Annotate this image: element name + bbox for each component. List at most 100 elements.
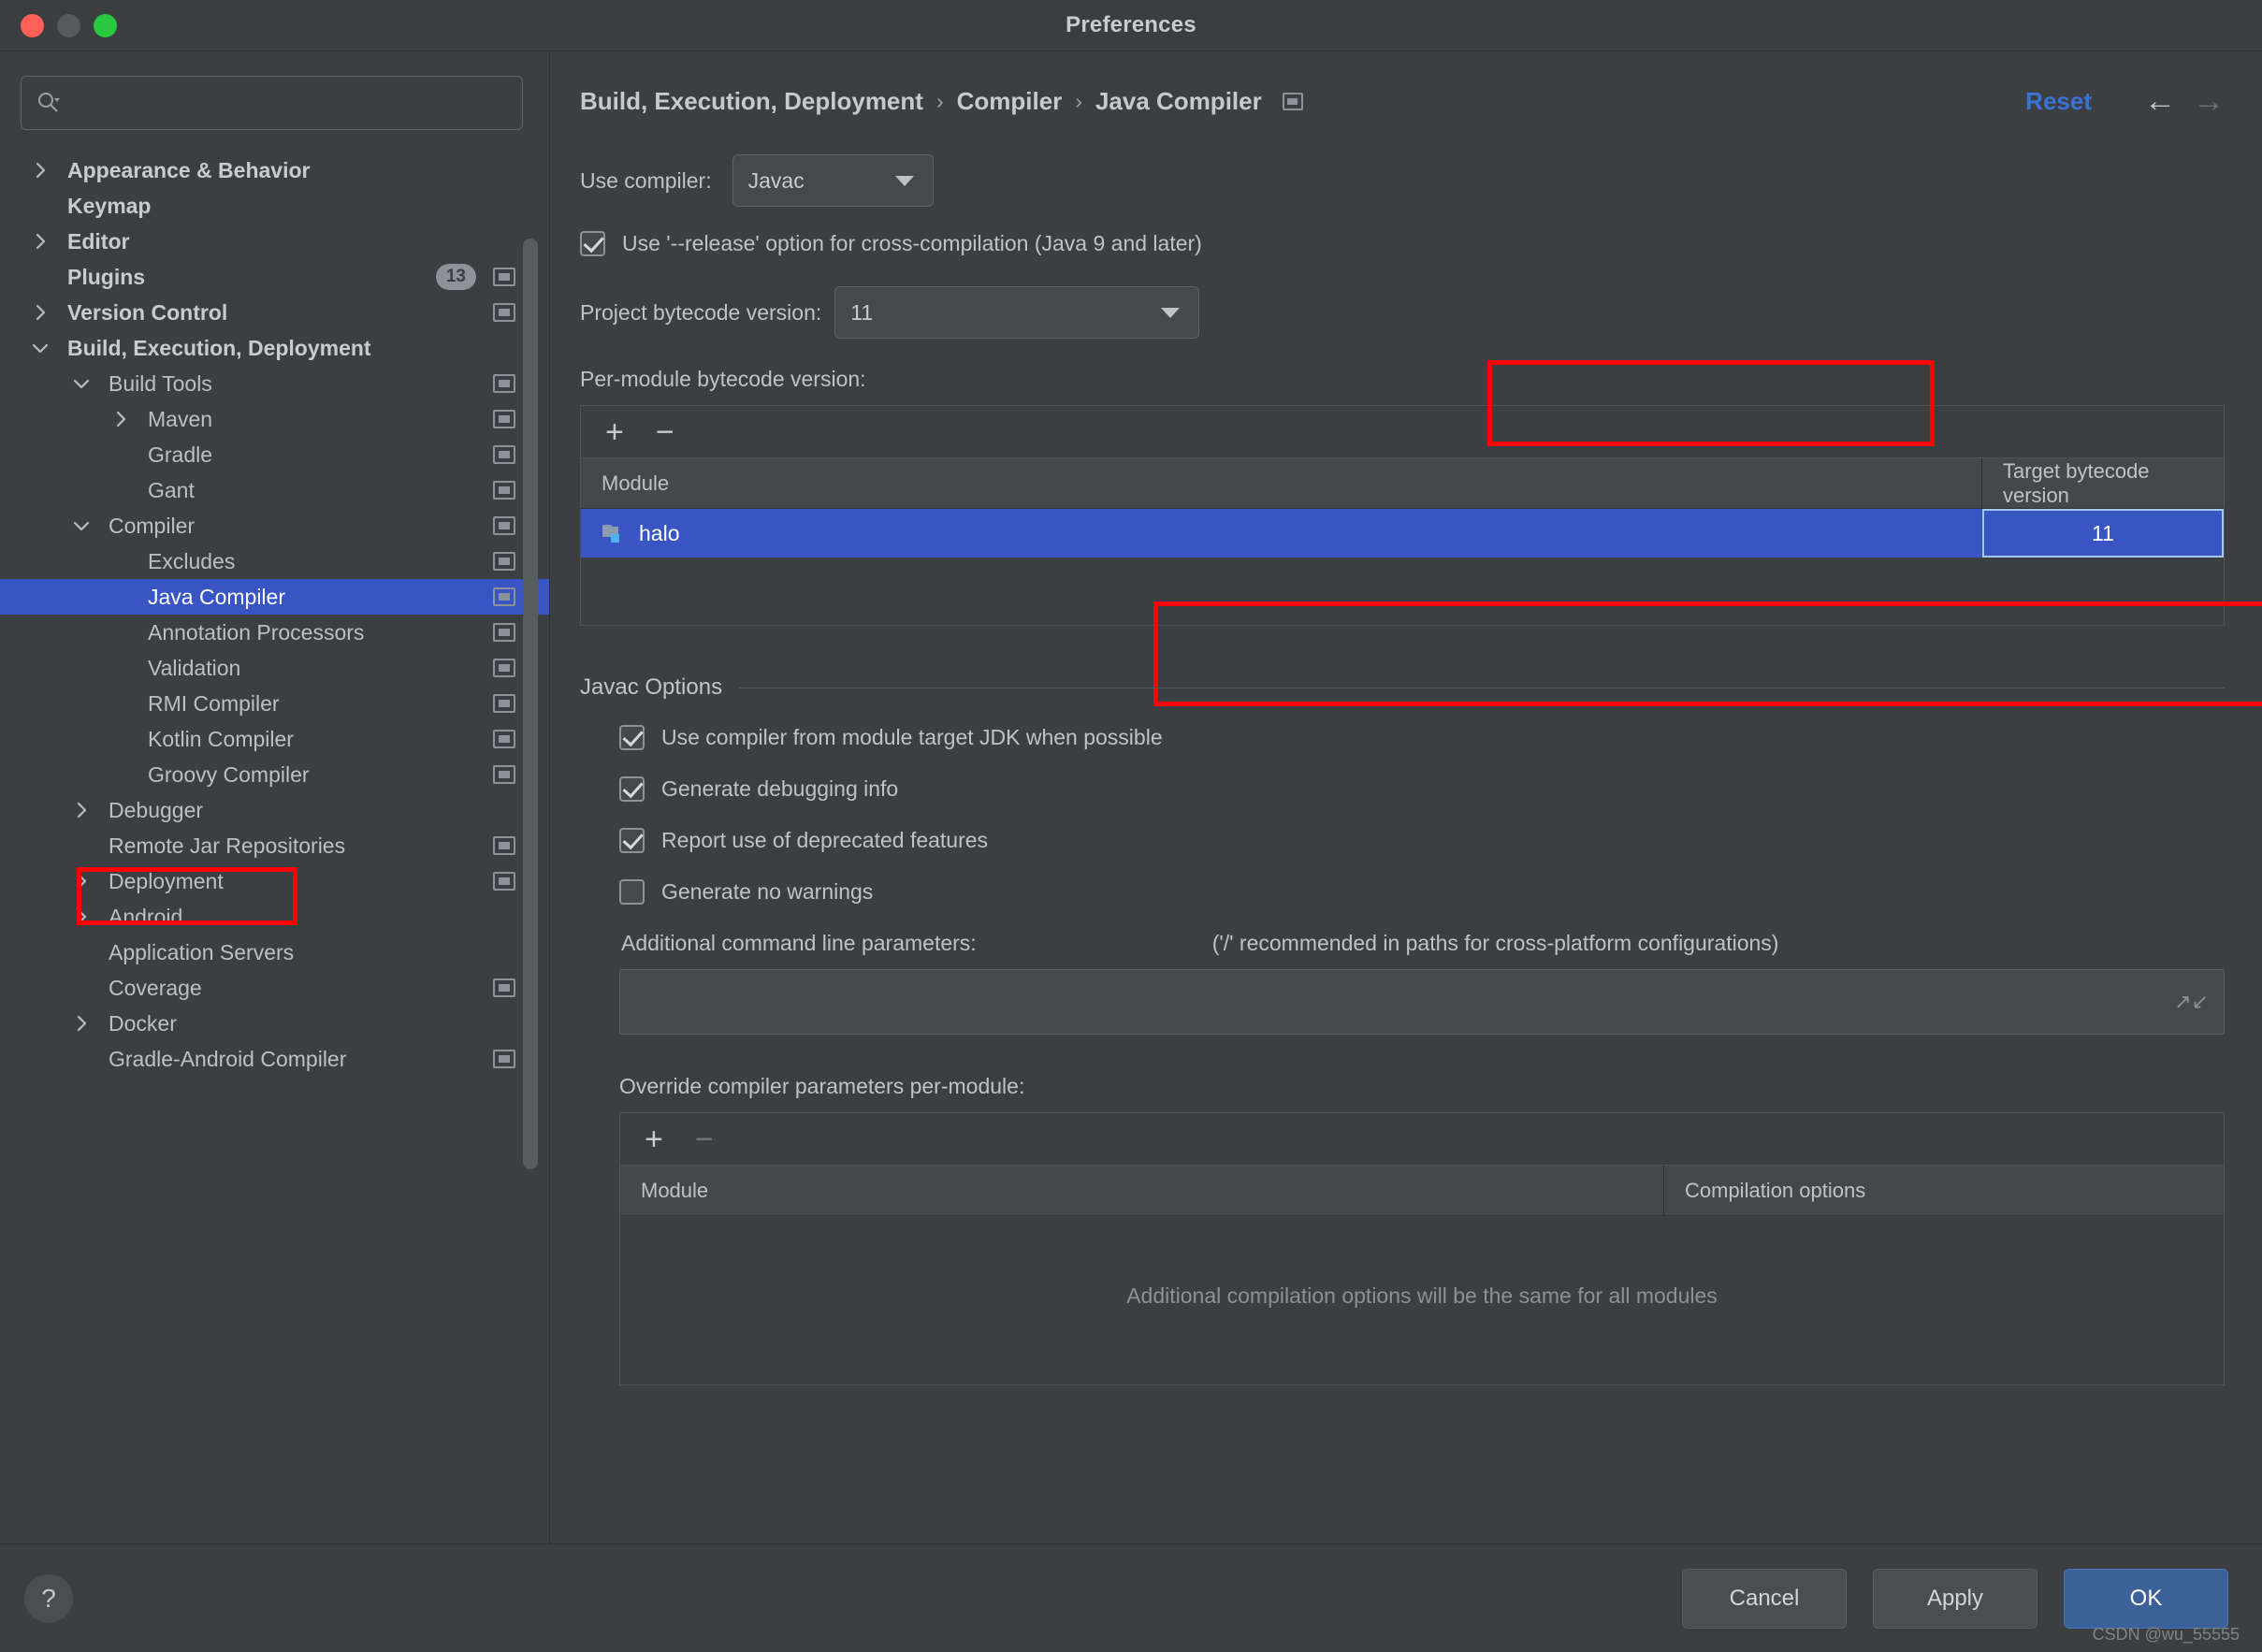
add-module-button[interactable]: + [605, 416, 624, 448]
chevron-down-icon[interactable] [30, 338, 51, 358]
javac-option-checkbox[interactable] [619, 776, 645, 802]
additional-params-hint: ('/' recommended in paths for cross-plat… [1211, 931, 1779, 955]
javac-option-row[interactable]: Generate no warnings [619, 879, 2225, 905]
override-table-header: Module Compilation options [620, 1166, 2224, 1216]
sidebar-scrollbar[interactable] [523, 239, 538, 1169]
javac-option-row[interactable]: Use compiler from module target JDK when… [619, 725, 2225, 750]
project-settings-icon [493, 374, 515, 393]
help-button[interactable]: ? [24, 1573, 73, 1623]
settings-tree[interactable]: Appearance & Behavior Keymap Editor Plugins… [0, 151, 549, 1543]
project-settings-icon [493, 623, 515, 642]
ok-button[interactable]: OK [2064, 1568, 2228, 1629]
sidebar-item-groovy-compiler[interactable]: Groovy Compiler [0, 757, 549, 792]
zoom-button[interactable] [94, 13, 117, 37]
sidebar-item-gant[interactable]: Gant [0, 472, 549, 508]
sidebar-item-java-compiler[interactable]: Java Compiler [0, 579, 549, 615]
sidebar-item-kotlin-compiler[interactable]: Kotlin Compiler [0, 721, 549, 757]
javac-option-checkbox[interactable] [619, 828, 645, 853]
title-bar: Preferences [0, 0, 2262, 51]
sidebar-item-debugger[interactable]: Debugger [0, 792, 549, 828]
sidebar-item-label: Remote Jar Repositories [109, 833, 346, 858]
sidebar-item-build-execution-deployment[interactable]: Build, Execution, Deployment [0, 330, 549, 366]
chevron-right-icon[interactable] [71, 906, 92, 927]
search-input[interactable] [68, 92, 507, 114]
project-settings-icon [493, 659, 515, 677]
reset-link[interactable]: Reset [2025, 87, 2092, 116]
javac-option-checkbox[interactable] [619, 879, 645, 905]
sidebar-item-build-tools[interactable]: Build Tools [0, 366, 549, 401]
sidebar-item-coverage[interactable]: Coverage [0, 970, 549, 1006]
sidebar-item-deployment[interactable]: Deployment [0, 863, 549, 899]
add-override-button[interactable]: + [645, 1123, 663, 1155]
project-bytecode-select[interactable]: 11 [834, 286, 1200, 339]
project-settings-icon [493, 978, 515, 997]
breadcrumb-item[interactable]: Java Compiler [1095, 87, 1262, 116]
javac-options-title-row: Javac Options [580, 674, 2225, 701]
sidebar-item-editor[interactable]: Editor [0, 224, 549, 259]
breadcrumb-item[interactable]: Compiler [957, 87, 1063, 116]
use-compiler-value: Javac [747, 167, 805, 193]
params-label-row: Additional command line parameters: ('/'… [619, 931, 2225, 956]
sidebar-item-label: Plugins [67, 264, 146, 289]
sidebar-item-gradle-android-compiler[interactable]: Gradle-Android Compiler [0, 1041, 549, 1077]
search-area [0, 51, 549, 151]
forward-arrow-icon[interactable]: → [2193, 85, 2225, 117]
breadcrumb-item[interactable]: Build, Execution, Deployment [580, 87, 923, 116]
sidebar-item-maven[interactable]: Maven [0, 401, 549, 437]
chevron-down-icon[interactable] [71, 373, 92, 394]
sidebar-item-docker[interactable]: Docker [0, 1006, 549, 1041]
sidebar-item-appearance-behavior[interactable]: Appearance & Behavior [0, 152, 549, 188]
sidebar-item-version-control[interactable]: Version Control [0, 295, 549, 330]
project-settings-icon [493, 445, 515, 464]
sidebar-item-validation[interactable]: Validation [0, 650, 549, 686]
chevron-right-icon[interactable] [30, 231, 51, 252]
chevron-right-icon[interactable] [30, 302, 51, 323]
use-compiler-select[interactable]: Javac [732, 154, 934, 207]
sidebar-item-label: Compiler [109, 513, 196, 538]
sidebar-item-keymap[interactable]: Keymap [0, 188, 549, 224]
sidebar-item-plugins[interactable]: Plugins 13 [0, 259, 549, 295]
additional-params-input[interactable]: ↗↙ [619, 969, 2225, 1035]
sidebar-item-android[interactable]: Android [0, 899, 549, 935]
sidebar-item-compiler[interactable]: Compiler [0, 508, 549, 543]
sidebar-item-annotation-processors[interactable]: Annotation Processors [0, 615, 549, 650]
minimize-button[interactable] [57, 13, 80, 37]
plugins-count-badge: 13 [435, 264, 476, 290]
chevron-right-icon[interactable] [71, 800, 92, 820]
breadcrumb: Build, Execution, Deployment › Compiler › Ja… [580, 87, 2025, 116]
module-name: halo [639, 520, 680, 545]
preferences-window: Preferences Appearance & Behavior Keymap… [0, 0, 2262, 1652]
expand-icon[interactable]: ↗↙ [2174, 990, 2209, 1014]
table-cell-module: halo [581, 509, 1982, 558]
back-arrow-icon[interactable]: ← [2144, 85, 2176, 117]
sidebar-item-rmi-compiler[interactable]: RMI Compiler [0, 686, 549, 721]
javac-option-row[interactable]: Generate debugging info [619, 776, 2225, 802]
table-row[interactable]: halo 11 [581, 509, 2224, 558]
javac-option-checkbox[interactable] [619, 725, 645, 750]
remove-module-button[interactable]: − [656, 416, 674, 448]
project-settings-icon [493, 587, 515, 606]
cancel-button[interactable]: Cancel [1682, 1568, 1847, 1629]
apply-button[interactable]: Apply [1873, 1568, 2037, 1629]
release-option-row[interactable]: Use '--release' option for cross-compila… [580, 231, 2225, 256]
javac-option-row[interactable]: Report use of deprecated features [619, 828, 2225, 853]
chevron-right-icon[interactable] [71, 871, 92, 891]
column-header-target-bytecode: Target bytecode version [2003, 458, 2150, 507]
release-option-checkbox[interactable] [580, 231, 605, 256]
close-button[interactable] [21, 13, 44, 37]
per-module-table: + − Module Target bytecode version halo … [580, 405, 2225, 626]
detail-content: Use compiler: Javac Use '--release' opti… [550, 154, 2262, 1385]
chevron-right-icon[interactable] [71, 1013, 92, 1034]
sidebar-item-excludes[interactable]: Excludes [0, 543, 549, 579]
chevron-right-icon[interactable] [110, 409, 131, 429]
chevron-down-icon[interactable] [71, 515, 92, 536]
per-module-table-filler [581, 558, 2224, 616]
sidebar-item-gradle[interactable]: Gradle [0, 437, 549, 472]
sidebar-item-label: Kotlin Compiler [148, 726, 294, 751]
search-box[interactable] [21, 76, 523, 130]
chevron-right-icon[interactable] [30, 160, 51, 181]
sidebar-item-remote-jar-repositories[interactable]: Remote Jar Repositories [0, 828, 549, 863]
table-cell-target-bytecode[interactable]: 11 [1982, 509, 2224, 558]
settings-sidebar: Appearance & Behavior Keymap Editor Plugins… [0, 51, 550, 1543]
sidebar-item-application-servers[interactable]: Application Servers [0, 935, 549, 970]
